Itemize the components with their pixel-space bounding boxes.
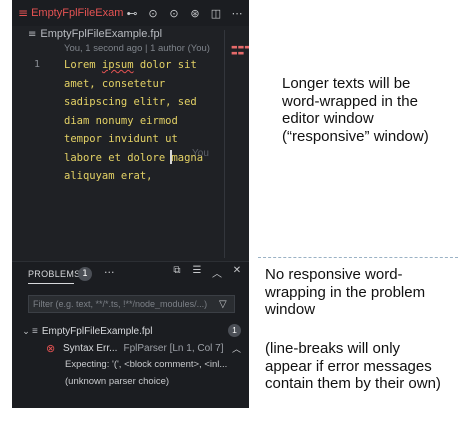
inline-blame-ghost: You [192,148,209,159]
code-line[interactable]: diam nonumy eirmod [64,112,178,131]
more-icon[interactable]: ··· [104,266,115,279]
annotation-line: Longer texts will be [282,75,411,92]
tab-bar: ≡ EmptyFplFileExam ⊷ ⊙ ⊙ ⊛ ◫ ⋯ [12,0,249,26]
error-source: FplParser [Ln 1, Col 7] [123,342,224,354]
annotation-line: No responsive word- [265,266,403,283]
file-lines-icon: ≡ [32,325,38,337]
annotation-linebreaks: (line-breaks will only appear if error m… [265,340,441,393]
file-problem-count: 1 [228,324,241,337]
git-blame-codelens[interactable]: You, 1 second ago | 1 author (You) [64,43,210,54]
file-lines-icon: ≡ [28,28,37,40]
circle-dot-icon[interactable]: ⊙ [145,7,161,20]
filter-input[interactable] [29,298,215,310]
code-line[interactable]: tempor invidunt ut [64,130,178,149]
problem-file-name: EmptyFplFileExample.fpl [41,325,153,337]
editor-area[interactable]: 1 Lorem ipsum dolor sit amet, consetetur… [12,56,249,258]
split-editor-icon[interactable]: ◫ [208,7,224,20]
error-detail: Expecting: '(', <block comment>, <inl... [65,359,228,370]
tab-title: EmptyFplFileExam [31,7,124,19]
breadcrumb[interactable]: ≡ EmptyFplFileExample.fpl [12,26,249,42]
annotation-line: appear if error messages [265,357,432,375]
error-detail: (unknown parser choice) [65,376,170,387]
editor-tab[interactable]: ≡ EmptyFplFileExam [12,0,124,26]
vscode-window: ≡ EmptyFplFileExam ⊷ ⊙ ⊙ ⊛ ◫ ⋯ ≡ EmptyFp… [12,0,249,408]
problem-row[interactable]: ⊗ Syntax Err... FplParser [Ln 1, Col 7] … [12,340,249,356]
annotation-line: (line-breaks will only [265,340,401,357]
annotation-line: wrapping in the problem [265,283,426,301]
editor-actions: ⊷ ⊙ ⊙ ⊛ ◫ ⋯ [124,0,245,26]
error-title: Syntax Err... [63,342,118,354]
git-compare-icon[interactable]: ⊷ [124,7,140,20]
file-lines-icon: ≡ [18,6,29,20]
more-icon[interactable]: ⋯ [229,7,245,20]
text-cursor [170,150,172,164]
error-icon: ⊗ [46,342,56,355]
problems-panel: PROBLEMS 1 ··· ⧉ ☰ ︿ ✕ ▽ ⌄ ≡ EmptyFplFil… [12,261,249,408]
annotation-line: window [265,301,316,318]
code-text: Lorem [64,59,102,71]
problems-filter[interactable]: ▽ [28,295,235,313]
panel-actions: ⧉ ☰ ︿ ✕ [171,265,243,280]
error-squiggle[interactable]: ipsum [102,59,134,71]
problems-count-badge: 1 [78,267,92,281]
annotation-line: editor window [282,110,374,127]
dashed-divider [258,257,458,258]
active-tab-indicator [28,283,74,284]
funnel-icon[interactable]: ▽ [219,299,227,310]
chevron-up-icon[interactable]: ︿ [232,342,241,355]
arrow-circle-icon[interactable]: ⊙ [166,7,182,20]
collapse-all-icon[interactable]: ⧉ [171,265,183,280]
line-number: 1 [34,59,41,70]
minimap[interactable]: ▬▬▬ ▬▬ [231,44,249,57]
code-text: dolor sit [133,59,197,71]
chevron-up-icon[interactable]: ︿ [211,265,223,280]
code-line[interactable]: amet, consetetur [64,75,165,94]
filter-list-icon[interactable]: ☰ [191,265,203,280]
close-icon[interactable]: ✕ [231,265,243,280]
annotation-line: (“responsive” window) [282,127,429,145]
problem-file-row[interactable]: ⌄ ≡ EmptyFplFileExample.fpl 1 [12,323,249,339]
annotation-editor-wrap: Longer texts will be word-wrapped in the… [282,75,429,145]
code-line[interactable]: aliquyam erat, [64,167,153,186]
annotation-line: word-wrapped in the [282,92,418,110]
code-line[interactable]: labore et dolore magna [64,149,203,168]
breadcrumb-file[interactable]: EmptyFplFileExample.fpl [40,28,162,40]
annotation-problem-nowrap: No responsive word- wrapping in the prob… [265,266,425,319]
code-line[interactable]: sadipscing elitr, sed [64,93,197,112]
chevron-down-icon[interactable]: ⌄ [20,326,32,337]
code-line[interactable]: Lorem ipsum dolor sit [64,56,197,75]
annotation-line: contain them by their own) [265,375,441,392]
tab-problems[interactable]: PROBLEMS [28,269,80,279]
branch-icon[interactable]: ⊛ [187,7,203,20]
